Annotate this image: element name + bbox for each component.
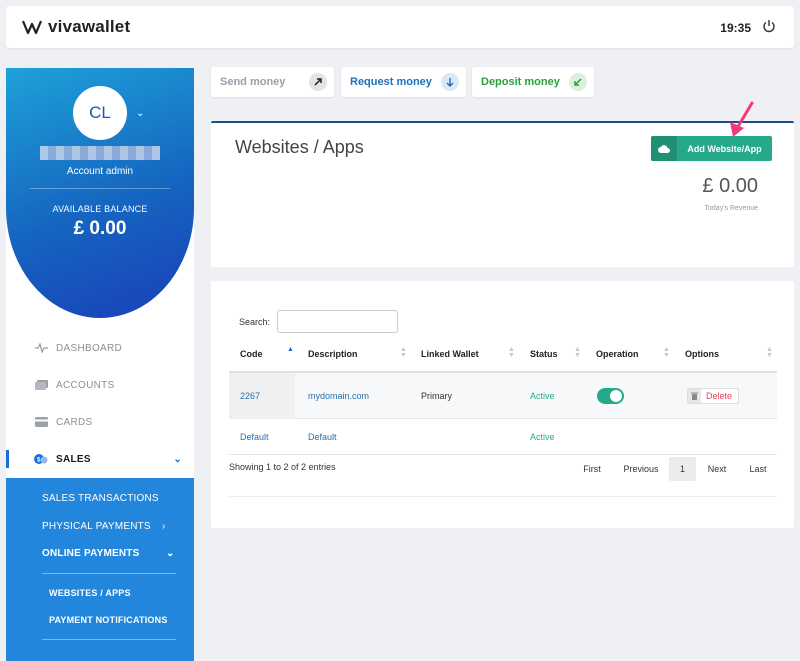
row-linked-wallet: Primary: [421, 391, 452, 401]
chevron-right-icon: ›: [162, 521, 166, 532]
account-panel: CL ⌄ Account admin AVAILABLE BALANCE £ 0…: [6, 68, 194, 318]
table-row: Default Default Active: [229, 419, 777, 455]
row-description[interactable]: mydomain.com: [308, 391, 369, 401]
divider: [42, 639, 176, 640]
pagination-previous[interactable]: Previous: [616, 457, 666, 481]
annotation-arrow-icon: [730, 101, 754, 137]
top-bar: vivawallet 19:35: [6, 6, 794, 48]
operation-toggle[interactable]: [597, 388, 624, 404]
chevron-down-icon[interactable]: ⌄: [136, 108, 144, 119]
delete-button[interactable]: Delete: [687, 388, 739, 404]
arrow-down-icon: [441, 73, 459, 91]
sidebar-item-dashboard[interactable]: DASHBOARD: [6, 333, 194, 363]
row-code[interactable]: Default: [240, 432, 269, 442]
revenue-value: £ 0.00: [702, 175, 758, 197]
sort-icon[interactable]: ▲ ▼: [574, 346, 581, 359]
deposit-money-button[interactable]: Deposit money: [472, 67, 594, 97]
pulse-icon: [34, 343, 48, 353]
pagination-last[interactable]: Last: [741, 457, 775, 481]
table-row: 2267 mydomain.com Primary Active Delete: [229, 373, 777, 419]
sidebar-item-sales-transactions[interactable]: SALES TRANSACTIONS: [42, 493, 159, 504]
row-status: Active: [530, 432, 555, 442]
chevron-down-icon: ⌄: [173, 453, 182, 465]
vivawallet-logo-icon: [22, 20, 42, 35]
sidebar-item-sales[interactable]: $ SALES ⌄: [6, 444, 194, 474]
arrow-down-left-icon: [569, 73, 587, 91]
arrow-up-right-icon: [309, 73, 327, 91]
pagination-next[interactable]: Next: [701, 457, 733, 481]
search-input[interactable]: [277, 310, 398, 333]
column-header-options[interactable]: Options: [685, 349, 719, 359]
websites-apps-header-card: Websites / Apps Add Website/App £ 0.00 T…: [211, 121, 794, 267]
sort-icon[interactable]: ▲ ▼: [508, 346, 515, 359]
divider: [30, 188, 170, 189]
column-header-code[interactable]: Code: [240, 349, 263, 359]
power-icon[interactable]: [762, 19, 776, 38]
chevron-down-icon: ⌄: [166, 548, 175, 559]
request-money-button[interactable]: Request money: [341, 67, 466, 97]
pagination-current-page[interactable]: 1: [669, 457, 696, 481]
sort-asc-icon[interactable]: ▲: [287, 346, 294, 353]
cloud-icon: [651, 136, 677, 161]
row-status: Active: [530, 391, 555, 401]
search-label: Search:: [239, 317, 271, 327]
clock: 19:35: [720, 21, 751, 35]
brand-logo[interactable]: vivawallet: [22, 17, 130, 37]
row-code[interactable]: 2267: [240, 391, 260, 401]
account-role: Account admin: [66, 166, 134, 177]
column-header-description[interactable]: Description: [308, 349, 358, 359]
divider: [229, 496, 777, 497]
divider: [42, 573, 176, 574]
table-info: Showing 1 to 2 of 2 entries: [229, 462, 336, 472]
send-money-button[interactable]: Send money: [211, 67, 334, 97]
accounts-icon: [34, 380, 48, 390]
avatar[interactable]: CL: [73, 86, 127, 140]
brand-name: vivawallet: [48, 17, 131, 36]
column-header-status[interactable]: Status: [530, 349, 558, 359]
sales-submenu: SALES TRANSACTIONS PHYSICAL PAYMENTS › ON…: [6, 478, 194, 661]
column-header-linked-wallet[interactable]: Linked Wallet: [421, 349, 479, 359]
trash-icon: [688, 389, 701, 403]
sidebar: CL ⌄ Account admin AVAILABLE BALANCE £ 0…: [6, 68, 194, 661]
balance-value: £ 0.00: [73, 218, 127, 239]
sales-icon: $: [34, 453, 48, 465]
pagination-first[interactable]: First: [575, 457, 609, 481]
svg-text:$: $: [37, 458, 41, 464]
sort-icon[interactable]: ▲ ▼: [663, 346, 670, 359]
balance-label: AVAILABLE BALANCE: [52, 204, 148, 214]
column-header-operation[interactable]: Operation: [596, 349, 639, 359]
websites-apps-table-card: Search: Code ▲ Description ▲ ▼ Linked Wal…: [211, 281, 794, 528]
sidebar-item-websites-apps[interactable]: WEBSITES / APPS: [49, 588, 131, 598]
row-description[interactable]: Default: [308, 432, 337, 442]
sort-icon[interactable]: ▲ ▼: [400, 346, 407, 359]
sidebar-item-cards[interactable]: CARDS: [6, 407, 194, 437]
sidebar-item-online-payments[interactable]: ONLINE PAYMENTS ⌄: [42, 548, 174, 559]
sidebar-item-payment-notifications[interactable]: PAYMENT NOTIFICATIONS: [49, 615, 168, 625]
blurred-account-name: [40, 146, 160, 160]
page-title: Websites / Apps: [235, 137, 364, 157]
revenue-label: Today's Revenue: [704, 205, 758, 212]
sort-icon[interactable]: ▲ ▼: [766, 346, 773, 359]
sidebar-item-physical-payments[interactable]: PHYSICAL PAYMENTS ›: [42, 521, 165, 532]
card-icon: [34, 417, 48, 427]
sidebar-item-accounts[interactable]: ACCOUNTS: [6, 370, 194, 400]
